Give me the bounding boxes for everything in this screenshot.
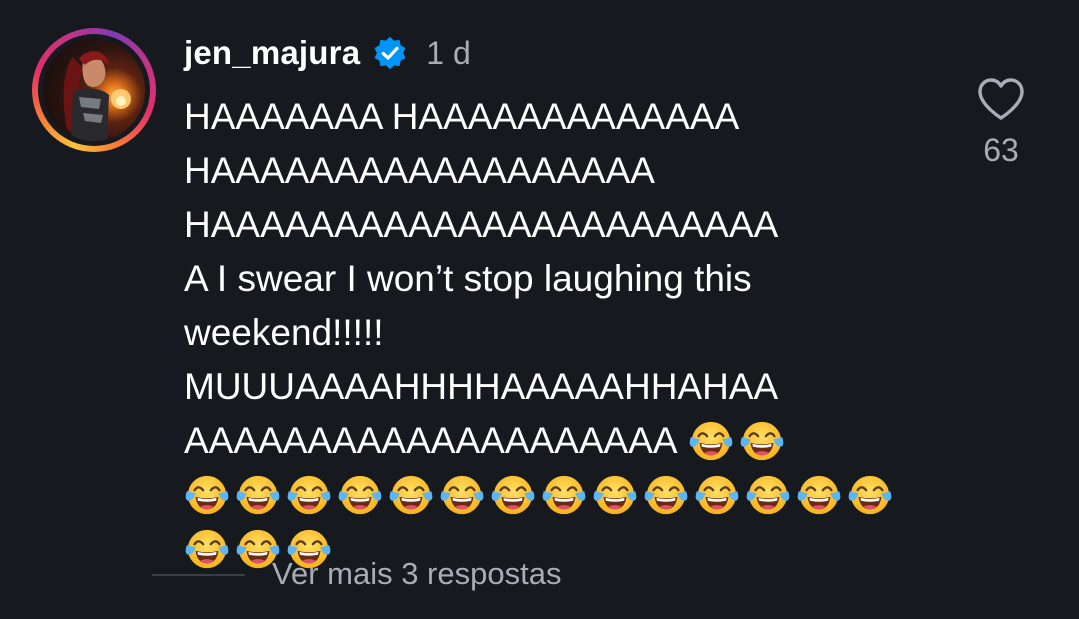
emoji-group <box>688 418 790 464</box>
tears-of-joy-emoji-icon <box>491 475 535 515</box>
verified-badge-icon <box>374 36 406 70</box>
comment-text: HAAAAAAA HAAAAAAAAAAAAA HAAAAAAAAAAAAAAA… <box>184 90 944 576</box>
tears-of-joy-emoji-icon <box>287 475 331 515</box>
tears-of-joy-emoji-icon <box>389 475 433 515</box>
comment-line: A I swear I won’t stop laughing this <box>184 258 752 299</box>
avatar[interactable] <box>32 28 156 152</box>
comment-line: HAAAAAAAAAAAAAAAAAA <box>184 150 655 191</box>
tears-of-joy-emoji-icon <box>644 475 688 515</box>
tears-of-joy-emoji-icon <box>593 475 637 515</box>
tears-of-joy-emoji-icon <box>185 475 229 515</box>
comment-header: jen_majura 1 d <box>184 30 471 76</box>
tears-of-joy-emoji-icon <box>185 529 229 569</box>
tears-of-joy-emoji-icon <box>689 421 732 461</box>
comment-line: HAAAAAAA HAAAAAAAAAAAAA <box>184 96 740 137</box>
tears-of-joy-emoji-icon <box>848 475 892 515</box>
tears-of-joy-emoji-icon <box>542 475 586 515</box>
comment-line: MUUUAAAAHHHHAAAAAHHAHAA <box>184 366 779 407</box>
tears-of-joy-emoji-icon <box>740 421 783 461</box>
avatar-photo <box>63 51 131 141</box>
comment-line-with-emoji: AAAAAAAAAAAAAAAAAAAA <box>184 414 944 468</box>
comment-time: 1 d <box>426 34 471 71</box>
replies-divider <box>152 574 245 576</box>
heart-outline-icon[interactable] <box>976 76 1026 122</box>
comment-line: weekend!!!!! <box>184 312 384 353</box>
like-count: 63 <box>983 132 1019 168</box>
emoji-group <box>184 468 944 522</box>
tears-of-joy-emoji-icon <box>695 475 739 515</box>
comment-line: AAAAAAAAAAAAAAAAAAAA <box>184 420 678 461</box>
tears-of-joy-emoji-icon <box>797 475 841 515</box>
comment-line: HAAAAAAAAAAAAAAAAAAAAAAA <box>184 204 779 245</box>
tears-of-joy-emoji-icon <box>440 475 484 515</box>
tears-of-joy-emoji-icon <box>236 475 280 515</box>
username[interactable]: jen_majura <box>184 34 360 72</box>
avatar-image <box>43 39 145 141</box>
view-replies-button[interactable]: Ver mais 3 respostas <box>272 556 561 592</box>
tears-of-joy-emoji-icon <box>746 475 790 515</box>
tears-of-joy-emoji-icon <box>338 475 382 515</box>
